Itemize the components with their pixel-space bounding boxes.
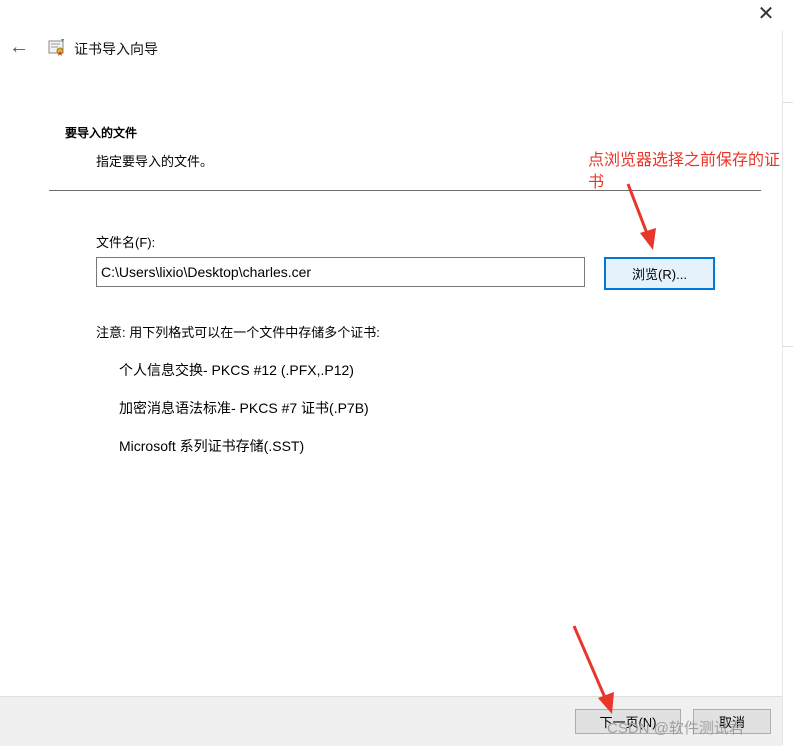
- arrow-to-next-icon: [572, 625, 614, 714]
- annotation-arrows: [572, 183, 656, 714]
- arrow-to-browse-icon: [626, 183, 656, 250]
- csdn-watermark: CSDN @软件测试君: [607, 720, 744, 737]
